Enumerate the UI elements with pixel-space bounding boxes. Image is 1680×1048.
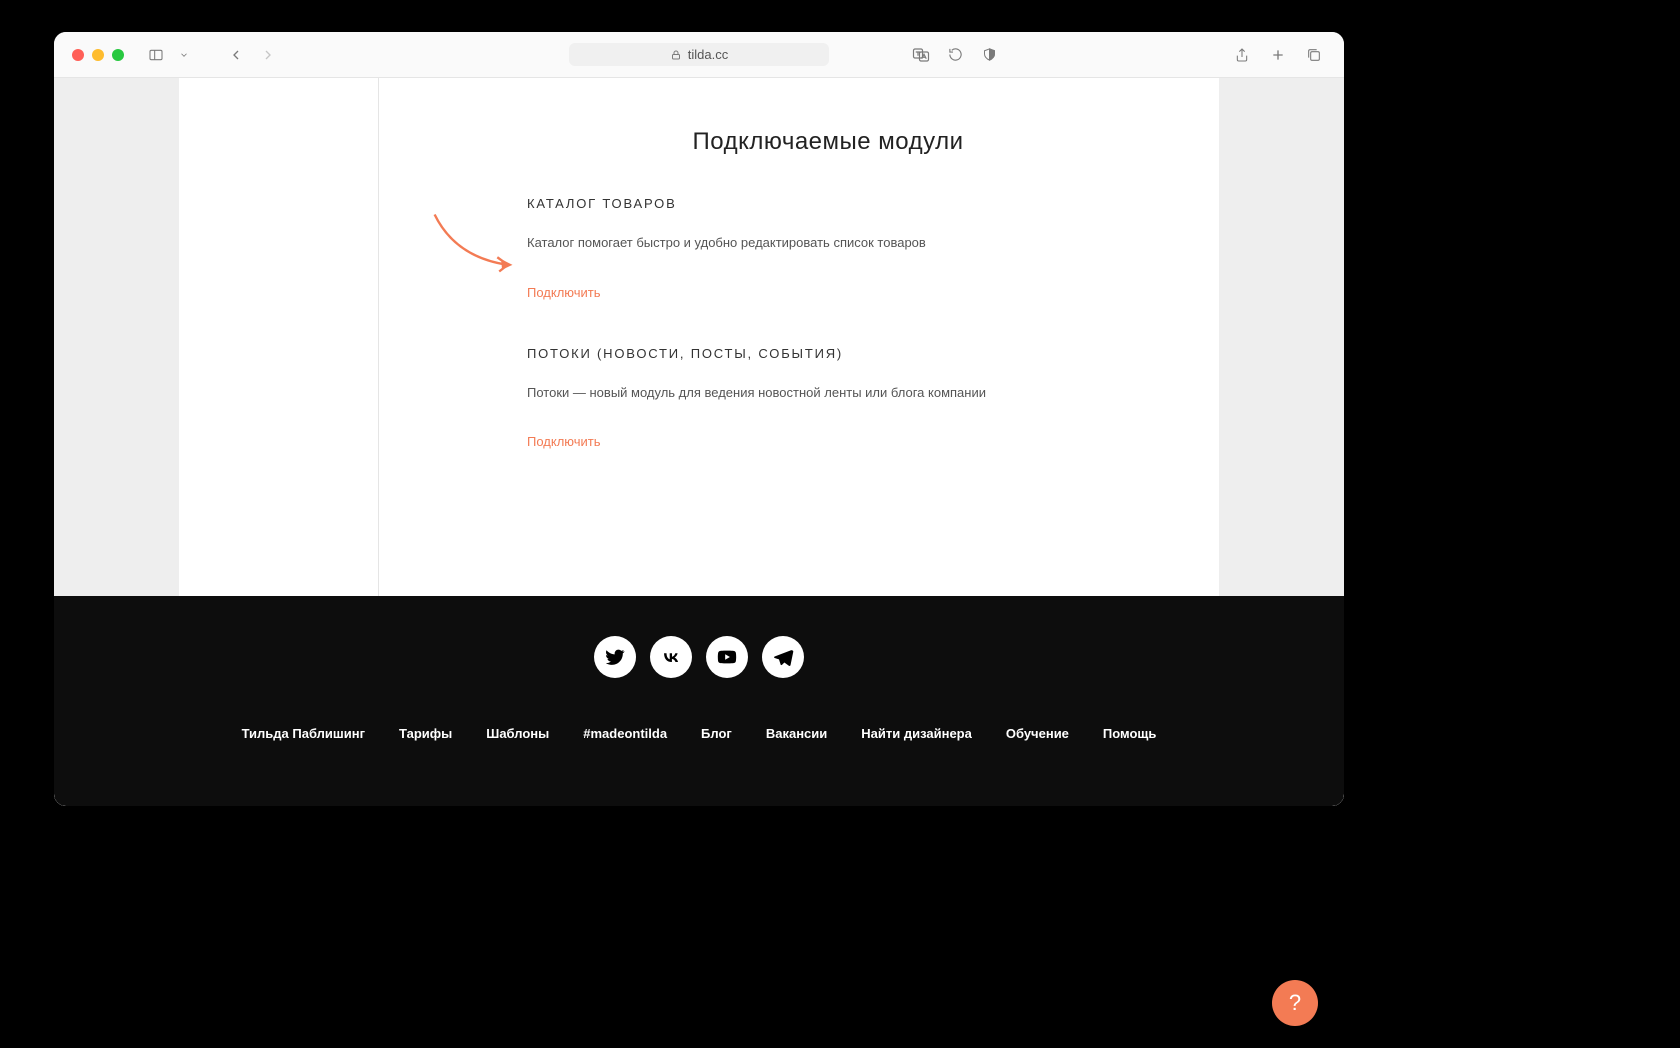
footer-link[interactable]: Тильда Паблишинг — [242, 726, 365, 741]
url-host: tilda.cc — [688, 47, 728, 62]
footer-link[interactable]: Помощь — [1103, 726, 1156, 741]
address-bar[interactable]: tilda.cc — [569, 43, 829, 66]
footer-link[interactable]: Вакансии — [766, 726, 827, 741]
module-description: Каталог помогает быстро и удобно редакти… — [527, 233, 1169, 253]
back-button[interactable] — [224, 43, 248, 67]
browser-toolbar: tilda.cc — [54, 32, 1344, 78]
connect-link-catalog[interactable]: Подключить — [527, 285, 1169, 300]
forward-button[interactable] — [256, 43, 280, 67]
toolbar-right — [1230, 43, 1326, 67]
module-description: Потоки — новый модуль для ведения новост… — [527, 383, 1169, 403]
footer-link[interactable]: Обучение — [1006, 726, 1069, 741]
section-title: Подключаемые модули — [507, 128, 1149, 156]
module-feeds: ПОТОКИ (НОВОСТИ, ПОСТЫ, СОБЫТИЯ) Потоки … — [527, 346, 1169, 450]
footer-link[interactable]: Шаблоны — [486, 726, 549, 741]
minimize-window-button[interactable] — [92, 49, 104, 61]
maximize-window-button[interactable] — [112, 49, 124, 61]
social-links — [594, 636, 804, 678]
annotation-arrow — [427, 208, 522, 278]
reload-icon[interactable] — [943, 43, 967, 67]
footer-link[interactable]: Найти дизайнера — [861, 726, 972, 741]
site-footer: Тильда Паблишинг Тарифы Шаблоны #madeont… — [54, 596, 1344, 806]
module-heading: КАТАЛОГ ТОВАРОВ — [527, 196, 1169, 211]
url-trailing-icons — [909, 43, 1001, 67]
footer-link[interactable]: Блог — [701, 726, 732, 741]
tabs-overview-icon[interactable] — [1302, 43, 1326, 67]
share-icon[interactable] — [1230, 43, 1254, 67]
window-controls — [72, 49, 124, 61]
footer-link[interactable]: #madeontilda — [583, 726, 667, 741]
footer-link[interactable]: Тарифы — [399, 726, 452, 741]
connect-link-feeds[interactable]: Подключить — [527, 434, 1169, 449]
help-button[interactable]: ? — [1272, 980, 1318, 1026]
vk-icon[interactable] — [650, 636, 692, 678]
browser-viewport: Подключаемые модули КАТАЛОГ ТОВАРОВ Ката… — [54, 78, 1344, 806]
chevron-down-icon[interactable] — [172, 43, 196, 67]
footer-nav: Тильда Паблишинг Тарифы Шаблоны #madeont… — [242, 726, 1157, 741]
telegram-icon[interactable] — [762, 636, 804, 678]
sidebar-toggle-icon[interactable] — [144, 43, 168, 67]
youtube-icon[interactable] — [706, 636, 748, 678]
new-tab-icon[interactable] — [1266, 43, 1290, 67]
shield-icon[interactable] — [977, 43, 1001, 67]
translate-icon[interactable] — [909, 43, 933, 67]
browser-window: tilda.cc — [54, 32, 1344, 806]
close-window-button[interactable] — [72, 49, 84, 61]
module-catalog: КАТАЛОГ ТОВАРОВ Каталог помогает быстро … — [527, 196, 1169, 300]
twitter-icon[interactable] — [594, 636, 636, 678]
help-icon-label: ? — [1289, 990, 1301, 1016]
module-heading: ПОТОКИ (НОВОСТИ, ПОСТЫ, СОБЫТИЯ) — [527, 346, 1169, 361]
